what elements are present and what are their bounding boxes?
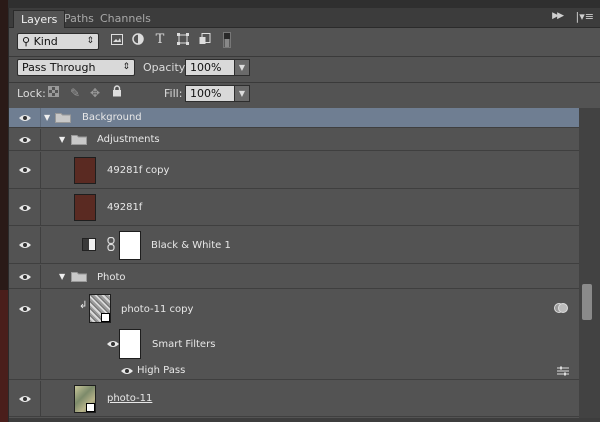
- layer-row[interactable]: ↲ photo-11 copy Smart Filters High Pass: [9, 290, 579, 380]
- blend-mode-dropdown[interactable]: Pass Through ⇕: [17, 59, 135, 76]
- scrollbar-thumb[interactable]: [582, 284, 592, 320]
- smart-filters-indicator-icon: [554, 302, 568, 314]
- layer-name[interactable]: photo-11 copy: [121, 304, 193, 315]
- layer-name[interactable]: Background: [82, 112, 142, 123]
- opacity-input[interactable]: 100% ▼: [185, 59, 250, 76]
- shape-filter-icon[interactable]: [175, 33, 191, 49]
- fill-input[interactable]: 100% ▼: [185, 85, 250, 102]
- folder-icon: [71, 271, 87, 282]
- layer-mask-thumbnail[interactable]: [119, 231, 141, 260]
- tab-channels[interactable]: Channels: [93, 10, 158, 28]
- chevron-updown-icon: ⇕: [86, 36, 94, 46]
- lock-all-icon[interactable]: [109, 85, 125, 101]
- layer-name[interactable]: Adjustments: [97, 134, 160, 145]
- eye-icon[interactable]: [18, 165, 32, 175]
- eye-icon[interactable]: [18, 135, 32, 145]
- search-icon: ⚲: [22, 35, 34, 48]
- eye-icon[interactable]: [18, 240, 32, 250]
- opacity-slider-button[interactable]: ▼: [234, 59, 250, 76]
- layers-scrollbar[interactable]: [579, 108, 600, 422]
- filter-kind-label: Kind: [33, 35, 58, 48]
- divider: [9, 56, 600, 57]
- eye-icon[interactable]: [18, 113, 32, 123]
- visibility-toggle[interactable]: [9, 190, 41, 225]
- visibility-toggle[interactable]: [9, 227, 41, 263]
- eye-icon[interactable]: [18, 203, 32, 213]
- filter-toggle-icon[interactable]: [219, 32, 235, 48]
- panel-menu-icon[interactable]: |▾≡: [576, 10, 594, 23]
- layer-name[interactable]: photo-11: [107, 393, 152, 404]
- filter-blending-options-icon[interactable]: [557, 366, 569, 376]
- opacity-value: 100%: [190, 61, 222, 74]
- visibility-toggle[interactable]: [9, 152, 41, 188]
- lock-transparent-pixels-icon[interactable]: [45, 85, 61, 101]
- fill-label: Fill:: [164, 87, 183, 100]
- folder-icon: [55, 112, 71, 123]
- lock-row: Lock: ✎ ✥ Fill: 100% ▼: [9, 84, 600, 104]
- visibility-toggle[interactable]: [9, 108, 41, 127]
- divider: [9, 82, 600, 83]
- image-filter-icon[interactable]: [109, 33, 125, 49]
- chevron-updown-icon: ⇕: [122, 62, 130, 72]
- filter-row: ⚲ Kind ⇕ T: [9, 32, 600, 52]
- clipping-mask-arrow-icon: ↲: [79, 300, 88, 311]
- eye-icon[interactable]: [18, 272, 32, 282]
- layers-list: ▼ Background ▼ Adjustments 49281f copy 4…: [9, 108, 600, 422]
- visibility-toggle[interactable]: [9, 129, 41, 150]
- expand-triangle-icon[interactable]: ▼: [44, 113, 50, 122]
- panel-tab-bar: Layers Paths Channels ▶▶ |▾≡: [9, 8, 600, 28]
- smart-filters-eye-icon[interactable]: [106, 339, 120, 349]
- layer-row[interactable]: 49281f copy: [9, 152, 579, 189]
- type-filter-icon[interactable]: T: [152, 32, 168, 48]
- visibility-toggle[interactable]: [9, 381, 41, 416]
- canvas-edge: [0, 0, 8, 422]
- layer-row[interactable]: photo-11: [9, 381, 579, 417]
- lock-label: Lock:: [17, 87, 46, 100]
- color-fill-thumbnail: [74, 194, 96, 221]
- adjustment-layer-icon: [82, 238, 96, 251]
- adjustment-filter-icon[interactable]: [130, 33, 146, 49]
- smart-filters-label[interactable]: Smart Filters: [152, 339, 215, 350]
- expand-triangle-icon[interactable]: ▼: [59, 135, 65, 144]
- smart-filters-mask-thumbnail[interactable]: [119, 329, 141, 359]
- layer-row[interactable]: 49281f: [9, 190, 579, 226]
- blend-row: Pass Through ⇕ Opacity: 100% ▼: [9, 58, 600, 78]
- eye-icon[interactable]: [18, 304, 32, 314]
- layer-name[interactable]: Photo: [97, 272, 126, 283]
- layer-row[interactable]: ▼ Background: [9, 108, 579, 128]
- eye-icon[interactable]: [18, 394, 32, 404]
- layer-row[interactable]: ▼ Photo: [9, 265, 579, 289]
- smart-object-filter-icon[interactable]: [197, 33, 213, 49]
- visibility-toggle[interactable]: [9, 290, 41, 379]
- opacity-label: Opacity:: [143, 61, 189, 74]
- layers-panel: Layers Paths Channels ▶▶ |▾≡ ⚲ Kind ⇕ T: [8, 8, 600, 422]
- panel-bottom-edge: [9, 418, 600, 422]
- fill-value: 100%: [190, 87, 222, 100]
- link-chain-icon[interactable]: [107, 236, 115, 252]
- blend-mode-value: Pass Through: [22, 61, 96, 74]
- smart-object-badge-icon: [86, 403, 95, 412]
- lock-position-icon[interactable]: ✥: [87, 85, 103, 101]
- filter-name[interactable]: High Pass: [137, 365, 185, 376]
- layer-name[interactable]: 49281f: [107, 202, 142, 213]
- color-fill-thumbnail: [74, 157, 96, 184]
- smart-object-badge-icon: [101, 313, 110, 322]
- smart-object-thumbnail: [74, 385, 96, 413]
- layer-row[interactable]: Black & White 1: [9, 227, 579, 264]
- expand-triangle-icon[interactable]: ▼: [59, 272, 65, 281]
- folder-icon: [71, 134, 87, 145]
- layer-name[interactable]: Black & White 1: [151, 240, 231, 251]
- window-top-strip: [0, 0, 600, 8]
- filter-eye-icon[interactable]: [120, 366, 134, 376]
- fill-slider-button[interactable]: ▼: [234, 85, 250, 102]
- visibility-toggle[interactable]: [9, 265, 41, 288]
- layer-name[interactable]: 49281f copy: [107, 165, 169, 176]
- filter-kind-dropdown[interactable]: ⚲ Kind ⇕: [17, 33, 99, 50]
- layer-row[interactable]: ▼ Adjustments: [9, 129, 579, 151]
- collapse-panel-icon[interactable]: ▶▶: [552, 11, 564, 21]
- lock-image-pixels-icon[interactable]: ✎: [67, 85, 83, 101]
- smart-object-thumbnail: [89, 294, 111, 323]
